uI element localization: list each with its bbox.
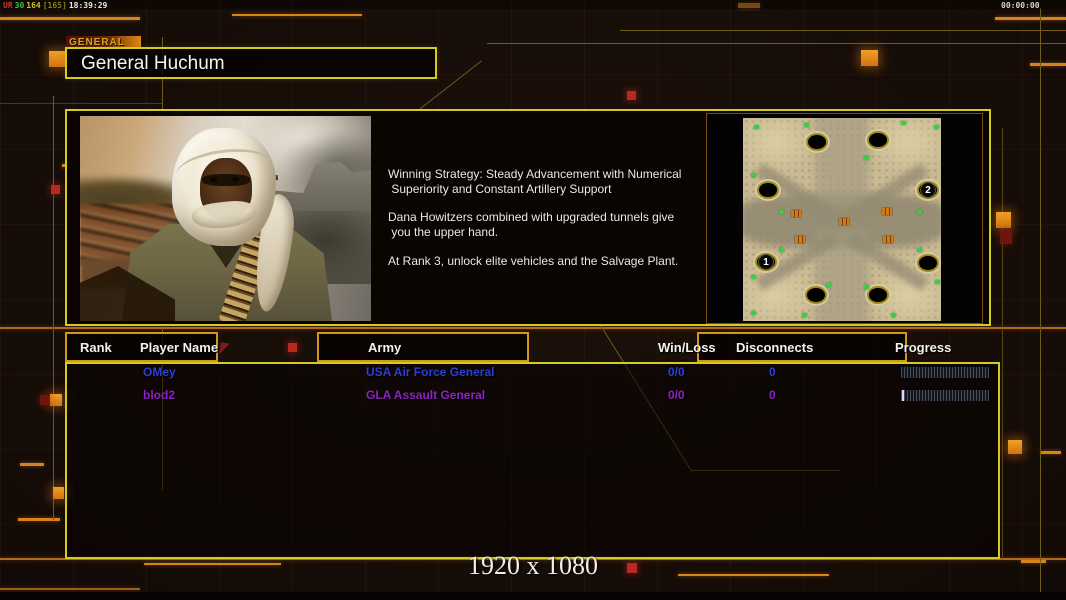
circuit-node-red xyxy=(40,395,49,405)
row2-disconnects: 0 xyxy=(769,388,776,402)
page-title: General Huchum xyxy=(81,53,225,75)
map-structures xyxy=(795,236,805,243)
circuit-line xyxy=(1030,63,1066,66)
row1-army: USA Air Force General xyxy=(366,365,494,379)
circuit-line xyxy=(0,17,140,20)
map-road xyxy=(815,118,869,208)
row2-progress-bar xyxy=(900,389,990,402)
debug-clock: 18:39:29 xyxy=(69,1,108,10)
divider-line xyxy=(0,327,1066,329)
circuit-line xyxy=(995,17,1066,20)
column-header-progress[interactable]: Progress xyxy=(895,340,951,355)
map-tree-dot xyxy=(751,311,756,315)
circuit-node-red xyxy=(627,91,636,100)
map-tree-dot xyxy=(804,123,809,127)
debug-overlay: UR30164[165]18:39:29 xyxy=(3,1,109,10)
general-title-box: General Huchum xyxy=(65,47,437,79)
row2-player-name[interactable]: blod2 xyxy=(143,388,175,402)
top-strip xyxy=(0,0,1066,9)
map-tree-dot xyxy=(779,210,784,214)
map-tree-dot xyxy=(779,248,784,252)
strategy-paragraph: Winning Strategy: Steady Advancement wit… xyxy=(388,167,728,196)
debug-fps: 30 xyxy=(15,1,25,10)
map-tree-dot xyxy=(917,248,922,252)
map-structures xyxy=(882,208,892,215)
circuit-node xyxy=(1008,440,1022,454)
strategy-paragraph: At Rank 3, unlock elite vehicles and the… xyxy=(388,254,728,269)
map-tree-dot xyxy=(751,275,756,279)
map-tree-dot xyxy=(935,280,940,284)
row1-disconnects: 0 xyxy=(769,365,776,379)
circuit-trace xyxy=(620,30,1066,31)
strategy-text: Winning Strategy: Steady Advancement wit… xyxy=(388,167,728,282)
map-tree-dot xyxy=(934,125,939,129)
row2-army: GLA Assault General xyxy=(366,388,485,402)
map-crater xyxy=(917,254,939,272)
map-tree-dot xyxy=(901,121,906,125)
row2-win-loss: 0/0 xyxy=(668,388,685,402)
circuit-trace xyxy=(0,103,163,104)
map-structures xyxy=(839,218,849,225)
resolution-label: 1920 x 1080 xyxy=(0,551,1066,581)
circuit-node-red xyxy=(1000,230,1012,244)
strategy-paragraph: Dana Howitzers combined with upgraded tu… xyxy=(388,210,728,239)
row1-player-name[interactable]: OMey xyxy=(143,365,176,379)
portrait-eye xyxy=(232,177,239,182)
map-crater xyxy=(867,286,889,304)
circuit-node xyxy=(861,50,878,66)
circuit-line xyxy=(0,588,140,590)
circuit-node xyxy=(50,394,62,406)
debug-frame-alt: [165] xyxy=(43,1,67,10)
map-tree-dot xyxy=(891,313,896,317)
map-tree-dot xyxy=(802,313,807,317)
circuit-line xyxy=(232,14,362,16)
circuit-node-red xyxy=(51,185,60,194)
circuit-node xyxy=(996,212,1011,228)
map-crater xyxy=(806,133,828,151)
row1-progress-bar xyxy=(900,366,990,379)
portrait-eye xyxy=(210,177,217,182)
player-stats-table xyxy=(65,362,1000,559)
map-structures xyxy=(791,210,801,217)
minimap-panel: 1 2 xyxy=(706,113,983,324)
column-header-disconnects[interactable]: Disconnects xyxy=(736,340,813,355)
map-tree-dot xyxy=(864,156,869,160)
circuit-line xyxy=(1041,451,1061,454)
column-header-rank[interactable]: Rank xyxy=(80,340,112,355)
mouse-cursor xyxy=(219,342,230,355)
map-tree-dot xyxy=(754,125,759,129)
map-start-marker-1: 1 xyxy=(758,254,774,270)
circuit-line xyxy=(20,463,44,466)
bottom-strip xyxy=(0,592,1066,600)
map-tree-dot xyxy=(864,285,869,289)
debug-frame: 164 xyxy=(26,1,40,10)
map-crater xyxy=(757,181,779,199)
general-info-panel: Winning Strategy: Steady Advancement wit… xyxy=(65,109,991,326)
header-box-army xyxy=(317,332,529,362)
circuit-trace xyxy=(1040,8,1041,600)
circuit-trace xyxy=(53,96,54,520)
column-header-player-name[interactable]: Player Name xyxy=(140,340,218,355)
map-tree-dot xyxy=(917,210,922,214)
map-crater xyxy=(867,131,889,149)
debug-label: UR xyxy=(3,1,13,10)
column-header-win-loss[interactable]: Win/Loss xyxy=(658,340,716,355)
map-crater xyxy=(805,286,827,304)
circuit-node xyxy=(53,487,64,499)
circuit-trace xyxy=(487,43,1066,44)
map-structures xyxy=(883,236,893,243)
map-tree-dot xyxy=(751,173,756,177)
column-header-army[interactable]: Army xyxy=(368,340,401,355)
game-screen: UR30164[165]18:39:29 00:00:00 GENERAL Ge… xyxy=(0,0,1066,600)
circuit-node-red xyxy=(288,343,297,352)
circuit-node xyxy=(49,51,65,67)
game-timer: 00:00:00 xyxy=(1001,1,1040,10)
circuit-trace xyxy=(1002,128,1003,560)
progress-tick xyxy=(902,390,904,401)
map-tree-dot xyxy=(826,283,831,287)
general-portrait-image xyxy=(80,116,371,321)
row1-win-loss: 0/0 xyxy=(668,365,685,379)
map-start-marker-2: 2 xyxy=(920,182,936,198)
minimap-image: 1 2 xyxy=(743,118,941,321)
